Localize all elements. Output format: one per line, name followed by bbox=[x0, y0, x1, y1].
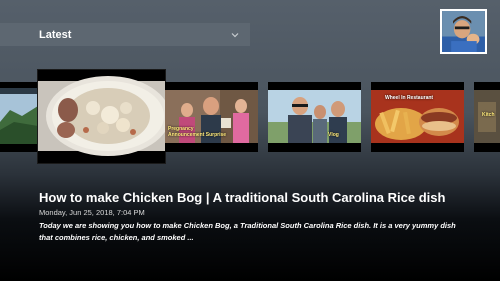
category-dropdown[interactable]: Latest bbox=[0, 23, 250, 46]
video-description: Today we are showing you how to make Chi… bbox=[39, 221, 456, 242]
video-tile-chicken-bog-selected[interactable] bbox=[38, 70, 165, 163]
chevron-down-icon bbox=[231, 32, 239, 37]
thumbnail-chicken-bog bbox=[38, 70, 165, 163]
category-label: Latest bbox=[39, 28, 72, 41]
video-tile-friends[interactable]: Vlog bbox=[268, 82, 361, 152]
thumbnail-text: Kitch bbox=[482, 112, 495, 118]
profile-avatar[interactable] bbox=[440, 9, 487, 54]
avatar-photo-icon bbox=[442, 11, 485, 52]
thumbnail-text: Pregnancy Announcement Surprise bbox=[168, 126, 227, 138]
video-date: Monday, Jun 25, 2018, 7:04 PM bbox=[39, 208, 145, 217]
video-details: How to make Chicken Bog | A traditional … bbox=[39, 190, 489, 244]
video-carousel: Pregnancy Announcement Surprise Vlog Whe… bbox=[0, 70, 500, 165]
thumbnail-text: Vlog bbox=[328, 132, 339, 138]
thumbnail-restaurant bbox=[371, 82, 464, 152]
video-tile-restaurant[interactable]: Wheel In Restaurant bbox=[371, 82, 464, 152]
video-tile-mountain[interactable] bbox=[0, 82, 38, 152]
video-title: How to make Chicken Bog | A traditional … bbox=[39, 190, 446, 205]
thumbnail-friends bbox=[268, 82, 361, 152]
video-tile-partial[interactable]: Kitch bbox=[474, 82, 500, 152]
thumbnail-family bbox=[165, 82, 258, 152]
video-tile-family[interactable]: Pregnancy Announcement Surprise bbox=[165, 82, 258, 152]
thumbnail-text: Wheel In Restaurant bbox=[385, 95, 434, 101]
thumbnail-mountain bbox=[0, 82, 38, 152]
